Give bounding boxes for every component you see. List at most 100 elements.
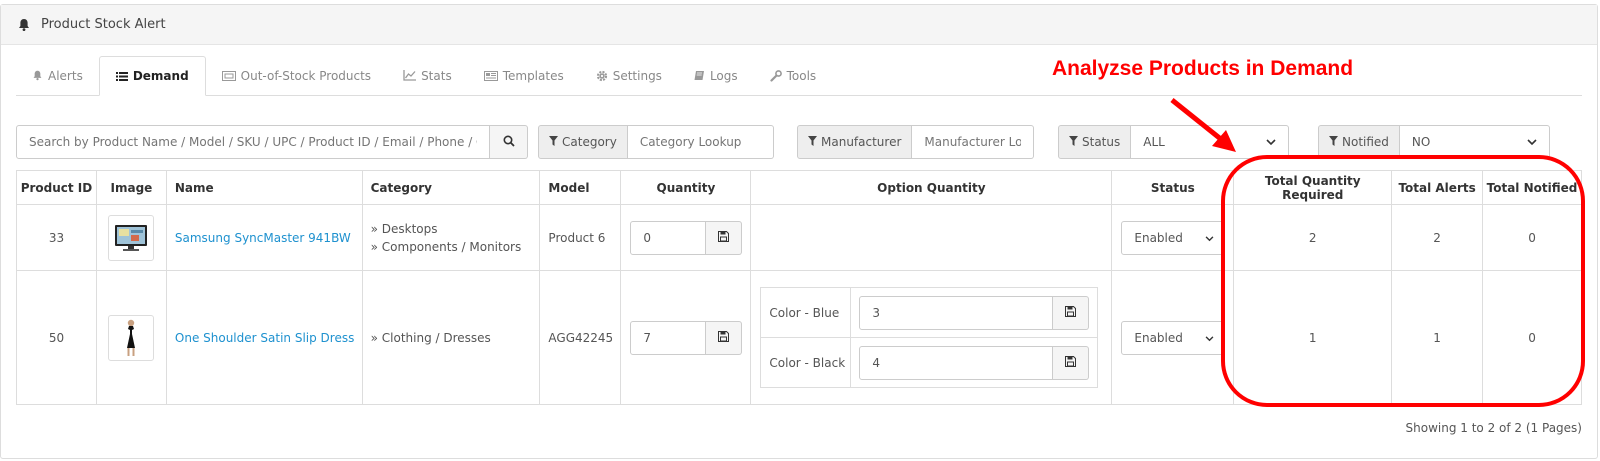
product-name-cell: One Shoulder Satin Slip Dress [165,270,363,405]
tab-out-of-stock[interactable]: Out-of-Stock Products [206,56,387,95]
monitor-image [115,224,148,251]
tab-demand[interactable]: Demand [98,56,206,96]
tab-alerts[interactable]: Alerts [16,56,99,95]
total-notified-cell: 0 [1482,270,1582,405]
save-icon [718,230,730,245]
quantity-group: 0 [630,220,749,255]
col-category[interactable]: Category [361,170,541,205]
category-lookup-input[interactable] [627,125,774,159]
panel-title: Product Stock Alert [41,17,166,32]
filter-icon [549,135,562,149]
status-cell: Enabled [1111,204,1235,271]
save-icon [1065,355,1077,370]
manufacturer-lookup-input[interactable] [912,125,1035,159]
product-status-select[interactable]: Enabled [1121,320,1226,355]
category-item: » Desktops [370,221,438,236]
product-status-select[interactable]: Enabled [1121,220,1226,255]
col-total-notified[interactable]: Total Notified [1482,170,1582,205]
quantity-group: 7 [630,320,749,355]
search-button[interactable] [490,125,528,159]
product-id-cell: 33 [16,204,97,271]
chevron-down-icon [1205,331,1214,345]
quantity-cell: 7 [620,270,752,405]
manufacturer-filter-label: Manufacturer [797,125,913,159]
notified-select[interactable]: NO [1399,125,1550,159]
tab-logs[interactable]: Logs [678,56,754,95]
product-name-cell: Samsung SyncMaster 941BW [165,204,363,271]
product-thumbnail-monitor[interactable] [108,214,155,261]
newspaper-icon [483,70,498,81]
total-required-cell: 1 [1233,270,1393,405]
quantity-cell: 0 [620,204,752,271]
save-option-quantity-button[interactable] [1053,295,1090,330]
col-model[interactable]: Model [539,170,622,205]
col-total-alerts[interactable]: Total Alerts [1391,170,1484,205]
option-quantity-table: Color - Blue 3 Color - Black 4 [760,287,1099,388]
pagination-summary: Showing 1 to 2 of 2 (1 Pages) [1405,421,1582,435]
option-quantity-group: 3 [859,295,1090,330]
wrench-icon [770,69,782,82]
col-option-quantity: Option Quantity [750,170,1113,205]
notified-filter-label: Notified [1318,125,1400,159]
category-filter: Category [538,125,774,159]
category-item: » Components / Monitors [370,239,522,254]
search-icon [502,134,515,150]
ticket-icon [221,70,236,81]
bell-icon [17,18,31,32]
product-thumbnail-dress[interactable] [108,314,155,361]
bell-icon [32,70,43,81]
category-cell: » Desktops » Components / Monitors [361,204,541,271]
status-cell: Enabled [1111,270,1235,405]
chevron-down-icon [1527,135,1537,149]
product-name-link[interactable]: Samsung SyncMaster 941BW [175,231,351,245]
save-quantity-button[interactable] [706,320,743,355]
option-value-cell: 3 [850,287,1099,338]
manufacturer-filter: Manufacturer [797,125,1035,159]
demand-table: Product ID Image Name Category Model Qua… [16,170,1582,405]
total-alerts-cell: 2 [1391,204,1484,271]
col-name[interactable]: Name [165,170,363,205]
tab-stats[interactable]: Stats [387,56,468,95]
option-quantity-group: 4 [859,345,1090,380]
tab-templates[interactable]: Templates [468,56,580,95]
col-product-id[interactable]: Product ID [16,170,97,205]
save-option-quantity-button[interactable] [1053,345,1090,380]
book-icon [694,70,705,81]
option-quantity-input[interactable]: 3 [859,295,1054,330]
option-label: Color - Blue [760,287,852,338]
category-filter-label: Category [538,125,628,159]
save-icon [1065,305,1077,320]
col-status[interactable]: Status [1111,170,1235,205]
search-input[interactable] [16,125,490,159]
option-row: Color - Black 4 [760,337,1099,388]
option-quantity-cell: Color - Blue 3 Color - Black 4 [750,270,1113,405]
option-quantity-cell [750,204,1113,271]
option-quantity-input[interactable]: 4 [859,345,1054,380]
notified-filter: Notified NO [1318,125,1550,159]
annotation-label: Analyzse Products in Demand [1052,57,1354,80]
filter-icon [1329,135,1342,149]
panel-heading: Product Stock Alert [1,5,1597,45]
status-select[interactable]: ALL [1131,125,1290,159]
product-id-cell: 50 [16,270,97,405]
option-label: Color - Black [760,337,852,388]
image-cell [95,270,167,405]
save-quantity-button[interactable] [706,220,743,255]
category-cell: » Clothing / Dresses [361,270,541,405]
total-notified-cell: 0 [1482,204,1582,271]
quantity-input[interactable]: 0 [630,220,707,255]
model-cell: Product 6 [539,204,622,271]
status-filter-label: Status [1058,125,1132,159]
col-quantity[interactable]: Quantity [620,170,752,205]
total-required-cell: 2 [1233,204,1393,271]
tab-settings[interactable]: Settings [580,56,678,95]
dress-image [127,319,136,356]
image-cell [95,204,167,271]
table-row: 50 One Shoulder Satin Slip Dress » Cloth… [16,270,1582,405]
product-name-link[interactable]: One Shoulder Satin Slip Dress [175,331,354,345]
col-total-required[interactable]: Total Quantity Required [1233,170,1393,205]
table-header-row: Product ID Image Name Category Model Qua… [16,170,1582,205]
tab-tools[interactable]: Tools [754,56,833,95]
status-filter: Status ALL [1058,125,1290,159]
quantity-input[interactable]: 7 [630,320,707,355]
